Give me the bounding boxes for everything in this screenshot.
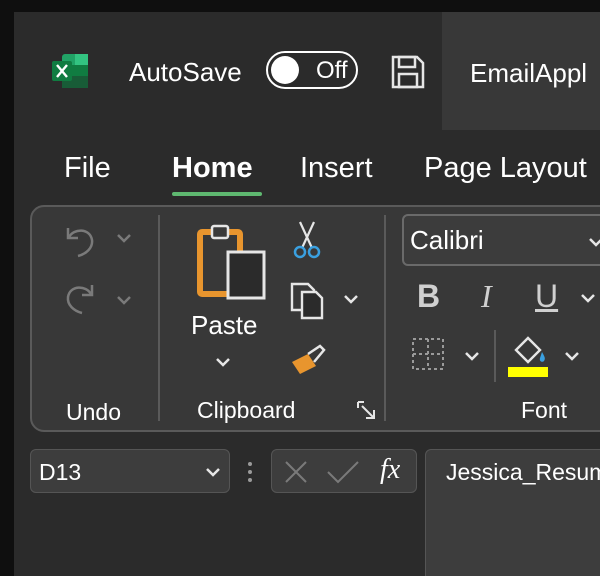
group-divider <box>494 330 496 382</box>
enter-check-icon[interactable] <box>326 460 360 484</box>
autosave-label: AutoSave <box>129 57 242 87</box>
group-divider <box>384 215 386 421</box>
italic-button[interactable]: I <box>481 278 492 315</box>
font-group-label: Font <box>521 397 568 423</box>
tab-file[interactable]: File <box>64 152 111 185</box>
paste-label[interactable]: Paste <box>191 310 258 341</box>
save-icon[interactable] <box>390 54 426 90</box>
undo-dropdown-chevron-icon[interactable] <box>116 232 132 244</box>
document-title[interactable]: EmailAppl <box>470 58 587 89</box>
autosave-toggle[interactable]: Off <box>266 51 358 89</box>
borders-dropdown-chevron-icon[interactable] <box>464 350 480 362</box>
name-box[interactable]: D13 <box>30 449 230 493</box>
fill-color-swatch <box>508 367 548 377</box>
undo-icon[interactable] <box>62 220 98 260</box>
formula-bar-content: Jessica_Resum <box>446 459 600 485</box>
fill-color-icon[interactable] <box>510 334 550 368</box>
chevron-down-icon <box>589 238 600 247</box>
underline-button[interactable]: U <box>535 278 558 315</box>
format-painter-icon[interactable] <box>288 342 328 376</box>
paste-dropdown-chevron-icon[interactable] <box>214 355 232 369</box>
tab-page-layout[interactable]: Page Layout <box>424 152 587 185</box>
name-box-value: D13 <box>39 459 82 485</box>
redo-icon[interactable] <box>62 277 98 317</box>
formula-controls: fx <box>271 449 417 493</box>
clipboard-group-label: Clipboard <box>197 397 296 423</box>
more-options-icon[interactable] <box>246 460 254 484</box>
insert-function-button[interactable]: fx <box>380 454 400 486</box>
cut-icon[interactable] <box>292 220 322 260</box>
font-name-value: Calibri <box>410 225 484 255</box>
borders-icon[interactable] <box>410 336 446 372</box>
copy-icon[interactable] <box>288 280 328 320</box>
group-divider <box>158 215 160 421</box>
title-area: EmailAppl <box>442 12 600 130</box>
cancel-icon[interactable] <box>284 460 308 484</box>
excel-window: AutoSave Off EmailAppl File Home Insert … <box>14 12 600 576</box>
redo-dropdown-chevron-icon[interactable] <box>116 294 132 306</box>
font-name-dropdown[interactable]: Calibri <box>402 214 600 266</box>
copy-dropdown-chevron-icon[interactable] <box>342 292 360 306</box>
chevron-down-icon <box>206 468 220 477</box>
toggle-knob <box>271 56 299 84</box>
undo-group-label: Undo <box>66 399 121 425</box>
autosave-state: Off <box>316 57 348 84</box>
active-tab-indicator <box>172 192 262 196</box>
tab-insert[interactable]: Insert <box>300 152 373 185</box>
excel-logo-icon[interactable] <box>52 52 90 90</box>
formula-bar[interactable]: Jessica_Resum <box>425 449 600 576</box>
bold-button[interactable]: B <box>417 278 440 315</box>
underline-dropdown-chevron-icon[interactable] <box>580 292 596 304</box>
dialog-launcher-icon[interactable] <box>356 400 376 420</box>
tab-home[interactable]: Home <box>172 152 253 185</box>
fill-color-dropdown-chevron-icon[interactable] <box>564 350 580 362</box>
paste-icon[interactable] <box>194 222 268 302</box>
